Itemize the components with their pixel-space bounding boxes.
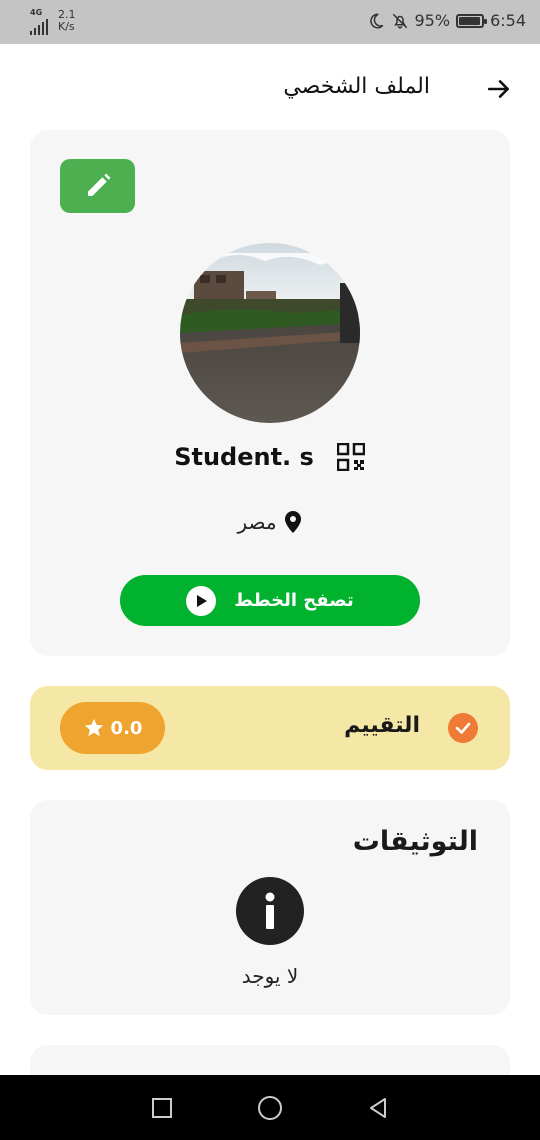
signal-icon [30, 19, 48, 35]
status-right: 95% 6:54 [367, 11, 526, 30]
star-icon [84, 718, 103, 737]
system-navigation-bar [0, 1075, 540, 1140]
clock: 6:54 [490, 11, 526, 30]
back-nav-button[interactable] [365, 1095, 391, 1121]
recent-apps-button[interactable] [149, 1095, 175, 1121]
name-row: Student. s [30, 442, 510, 472]
location-row: مصر [30, 510, 510, 534]
documents-empty-text: لا يوجد [241, 964, 299, 988]
info-icon [236, 877, 304, 945]
network-indicator: 4G [30, 9, 48, 35]
home-button[interactable] [257, 1095, 283, 1121]
back-button[interactable] [484, 74, 514, 104]
location-text: مصر [237, 510, 277, 534]
battery-percent: 95% [414, 11, 451, 30]
documents-card: التوثيقات لا يوجد [30, 800, 510, 1015]
moon-icon [369, 13, 383, 28]
browse-plans-button[interactable]: تصفح الخطط [120, 575, 420, 626]
rating-badge[interactable]: 0.0 [60, 702, 165, 754]
battery-icon [456, 13, 488, 28]
battery-fill [459, 16, 481, 25]
network-type: 4G [30, 8, 43, 17]
speed-unit: K/s [58, 20, 75, 33]
page-title: الملف الشخصي [283, 74, 430, 99]
qr-code-button[interactable] [336, 442, 366, 472]
browse-plans-label: تصفح الخطط [234, 590, 354, 611]
user-name: Student. s [174, 443, 314, 471]
avatar-photo [180, 243, 360, 423]
rating-card: التقييم 0.0 [30, 686, 510, 770]
arrow-right-icon [487, 80, 509, 98]
rating-label: التقييم [344, 713, 420, 738]
triangle-back-icon [370, 1097, 386, 1118]
square-icon [152, 1097, 172, 1118]
map-pin-icon [284, 511, 301, 533]
rating-value: 0.0 [110, 717, 143, 739]
pencil-icon [87, 173, 110, 196]
bell-off-icon [392, 13, 407, 28]
avatar[interactable] [180, 243, 360, 423]
circle-icon [258, 1095, 282, 1120]
status-bar: 4G 2.1 K/s 95% 6:54 [0, 0, 540, 44]
profile-card: Student. s مصر تصفح الخطط [30, 130, 510, 656]
app-header: الملف الشخصي [0, 44, 540, 130]
documents-title: التوثيقات [352, 826, 478, 857]
qr-code-icon [336, 443, 365, 471]
check-circle-icon [448, 713, 478, 743]
play-icon [186, 585, 217, 616]
edit-profile-button[interactable] [60, 159, 135, 213]
network-speed: 2.1 K/s [58, 9, 76, 33]
status-left: 4G 2.1 K/s [30, 9, 76, 35]
